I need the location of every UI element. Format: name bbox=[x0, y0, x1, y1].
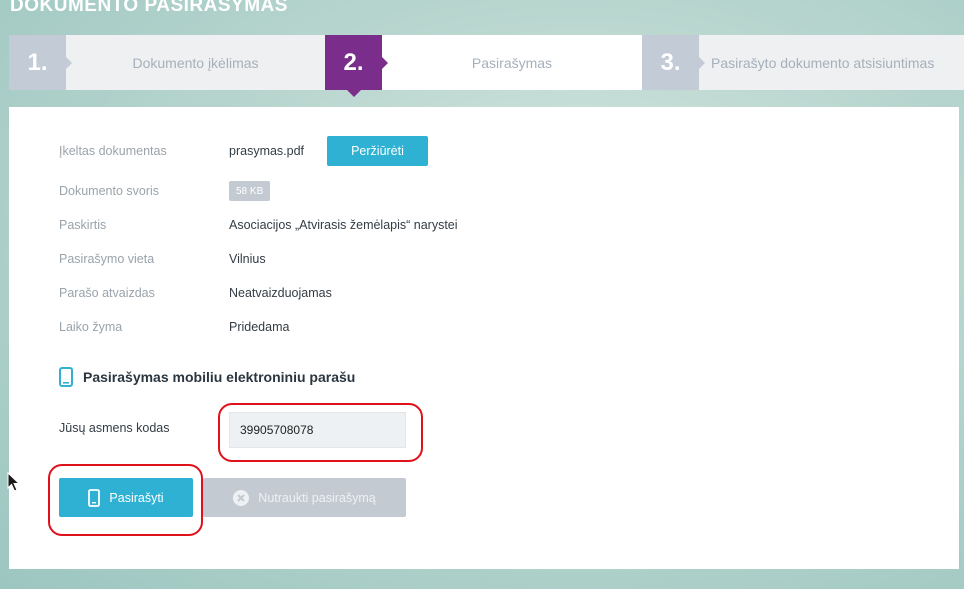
step-number: 1. bbox=[9, 35, 72, 90]
cancel-signing-button[interactable]: Nutraukti pasirašymą bbox=[203, 478, 406, 517]
purpose-row: Paskirtis Asociacijos „Atvirasis žemėlap… bbox=[59, 218, 458, 232]
field-value: Asociacijos „Atvirasis žemėlapis“ naryst… bbox=[229, 218, 458, 232]
document-weight-row: Dokumento svoris 58 KB bbox=[59, 181, 271, 201]
mouse-cursor-icon bbox=[7, 472, 20, 492]
step-label: Pasirašymas bbox=[471, 54, 553, 71]
uploaded-document-row: Įkeltas dokumentas prasymas.pdf Peržiūrė… bbox=[59, 136, 428, 166]
step-signing: 2. Pasirašymas bbox=[325, 35, 642, 97]
timestamp-row: Laiko žyma Pridedama bbox=[59, 320, 289, 334]
field-value: Vilnius bbox=[229, 252, 266, 266]
document-filename: prasymas.pdf bbox=[229, 144, 305, 158]
field-value: Pridedama bbox=[229, 320, 290, 334]
wizard-steps: 1. Dokumento įkėlimas 2. Pasirašymas 3. … bbox=[9, 35, 964, 97]
field-label: Parašo atvaizdas bbox=[59, 286, 155, 300]
cancel-button-label: Nutraukti pasirašymą bbox=[258, 490, 376, 505]
mobile-signing-heading: Pasirašymas mobiliu elektroniniu parašu bbox=[59, 367, 355, 387]
signature-image-row: Parašo atvaizdas Neatvaizduojamas bbox=[59, 286, 332, 300]
signing-place-row: Pasirašymo vieta Vilnius bbox=[59, 252, 266, 266]
field-label: Pasirašymo vieta bbox=[59, 252, 155, 266]
highlight-circle bbox=[48, 464, 203, 536]
field-label: Dokumento svoris bbox=[59, 184, 160, 198]
personal-code-label: Jūsų asmens kodas bbox=[59, 421, 170, 435]
field-label: Įkeltas dokumentas bbox=[59, 144, 167, 158]
view-document-button[interactable]: Peržiūrėti bbox=[327, 136, 428, 166]
step-download: 3. Pasirašyto dokumento atsisiuntimas bbox=[642, 35, 964, 90]
step-upload: 1. Dokumento įkėlimas bbox=[9, 35, 325, 90]
mobile-phone-icon bbox=[59, 367, 73, 387]
section-title: Pasirašymas mobiliu elektroniniu parašu bbox=[83, 369, 356, 385]
page-title: DOKUMENTO PASIRAŠYMAS bbox=[10, 0, 288, 16]
field-label: Paskirtis bbox=[59, 218, 107, 232]
signing-card: Įkeltas dokumentas prasymas.pdf Peržiūrė… bbox=[9, 107, 959, 569]
close-circle-icon bbox=[233, 489, 250, 506]
field-value: Neatvaizduojamas bbox=[229, 286, 332, 300]
step-label: Dokumento įkėlimas bbox=[132, 54, 259, 71]
file-size-badge: 58 KB bbox=[229, 181, 271, 201]
step-number: 2. bbox=[325, 35, 388, 97]
field-label: Laiko žyma bbox=[59, 320, 123, 334]
highlight-circle bbox=[218, 403, 423, 462]
step-number: 3. bbox=[642, 35, 705, 90]
step-label: Pasirašyto dokumento atsisiuntimas bbox=[711, 54, 935, 71]
